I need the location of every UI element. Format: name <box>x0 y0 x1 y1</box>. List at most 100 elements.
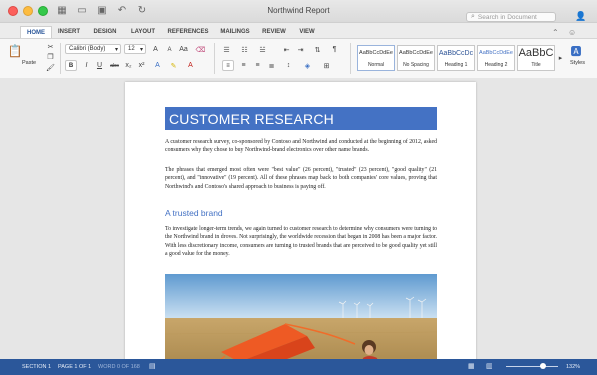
tab-layout[interactable]: LAYOUT <box>127 26 159 38</box>
text-effects-icon[interactable]: A <box>153 61 162 70</box>
font-size-select[interactable]: 12 ▾ <box>124 44 146 54</box>
bullets-icon[interactable]: ☰ <box>222 45 231 54</box>
style-name: No Spacing <box>403 62 429 68</box>
style-name: Title <box>531 62 541 68</box>
font-color-icon[interactable]: A <box>186 61 195 70</box>
web-layout-icon[interactable]: ▥ <box>486 362 493 370</box>
word-count[interactable]: WORD 0 OF 168 <box>98 364 140 370</box>
chevron-down-icon: ▾ <box>139 46 143 53</box>
superscript-icon[interactable]: x² <box>137 61 146 70</box>
style-sample: AaBbCcDdEe <box>479 50 513 56</box>
align-left-button[interactable]: ≡ <box>222 60 234 71</box>
tab-design[interactable]: DESIGN <box>89 26 121 38</box>
sort-icon[interactable]: ⇅ <box>313 45 322 54</box>
justify-icon[interactable]: ≣ <box>267 61 276 70</box>
search-input[interactable]: ⌕ Search in Document <box>466 12 556 22</box>
line-spacing-icon[interactable]: ↕ <box>284 61 293 70</box>
tab-insert[interactable]: INSERT <box>54 26 84 38</box>
smiley-feedback-icon[interactable]: ☺ <box>568 28 576 37</box>
paragraph-1[interactable]: A customer research survey, co-sponsored… <box>165 138 437 155</box>
paragraph-2[interactable]: The phrases that emerged most often were… <box>165 166 437 191</box>
tab-view[interactable]: VIEW <box>295 26 319 38</box>
subscript-icon[interactable]: x₂ <box>124 61 133 70</box>
print-layout-icon[interactable]: ▦ <box>468 362 475 370</box>
ribbon-tabs: HOME INSERT DESIGN LAYOUT REFERENCES MAI… <box>0 26 597 39</box>
font-name-select[interactable]: Calibri (Body) ▾ <box>65 44 121 54</box>
tab-review[interactable]: REVIEW <box>259 26 289 38</box>
strikethrough-icon[interactable]: abc <box>110 61 119 70</box>
underline-icon[interactable]: U <box>95 61 104 70</box>
page-indicator[interactable]: PAGE 1 OF 1 <box>58 364 91 370</box>
shading-icon[interactable]: ◈ <box>303 61 312 70</box>
photo-image <box>165 274 437 359</box>
style-heading-1[interactable]: AaBbCcDc Heading 1 <box>437 45 475 71</box>
copy-icon[interactable]: ❐ <box>46 52 55 61</box>
style-name: Heading 2 <box>484 62 508 68</box>
subheading[interactable]: A trusted brand <box>165 208 223 218</box>
grow-font-icon[interactable]: A <box>151 45 160 54</box>
increase-indent-icon[interactable]: ⇥ <box>296 45 305 54</box>
borders-icon[interactable]: ⊞ <box>322 61 331 70</box>
shrink-font-icon[interactable]: A <box>165 45 174 54</box>
pilcrow-icon[interactable]: ¶ <box>330 45 339 54</box>
minimize-button[interactable] <box>23 6 33 16</box>
document-heading[interactable]: CUSTOMER RESEARCH <box>165 107 437 130</box>
font-size-value: 12 <box>128 46 135 52</box>
style-heading-2[interactable]: AaBbCcDdEe Heading 2 <box>477 45 515 71</box>
style-no-spacing[interactable]: AaBbCcDdEe No Spacing <box>397 45 435 71</box>
style-sample: AaBbCcDdEe <box>359 50 393 56</box>
search-icon: ⌕ <box>471 13 475 20</box>
paragraph-3[interactable]: To investigate longer-term trends, we ag… <box>165 225 437 259</box>
style-name: Heading 1 <box>444 62 468 68</box>
numbering-icon[interactable]: ☷ <box>240 45 249 54</box>
paste-icon[interactable]: 📋 <box>8 44 23 58</box>
section-indicator[interactable]: SECTION 1 <box>22 364 51 370</box>
decrease-indent-icon[interactable]: ⇤ <box>282 45 291 54</box>
search-placeholder: Search in Document <box>477 13 537 21</box>
highlight-icon[interactable]: ✎ <box>169 61 178 70</box>
tab-mailings[interactable]: MAILINGS <box>217 26 253 38</box>
share-icon[interactable]: 👤 <box>575 11 587 23</box>
grid-icon[interactable]: ▦ <box>56 4 68 16</box>
document-canvas[interactable]: CUSTOMER RESEARCH A customer research su… <box>0 78 597 359</box>
italic-icon[interactable]: I <box>82 61 91 70</box>
document-page[interactable]: CUSTOMER RESEARCH A customer research su… <box>125 82 476 359</box>
style-normal[interactable]: AaBbCcDdEe Normal <box>357 45 395 71</box>
undo-icon[interactable]: ↶ <box>116 4 128 16</box>
save-icon[interactable]: ▣ <box>96 4 108 16</box>
style-title[interactable]: AaBbC Title <box>517 45 555 71</box>
align-right-icon[interactable]: ≡ <box>253 61 262 70</box>
align-center-icon[interactable]: ≡ <box>239 61 248 70</box>
zoom-slider-thumb[interactable] <box>540 363 547 369</box>
close-button[interactable] <box>8 6 18 16</box>
styles-pane-icon[interactable]: 🅰 <box>569 44 583 58</box>
chevron-down-icon: ▾ <box>114 46 118 53</box>
divider <box>214 43 215 74</box>
status-bar: SECTION 1 PAGE 1 OF 1 WORD 0 OF 168 ▤ ▦ … <box>0 359 597 375</box>
zoom-slider[interactable] <box>506 363 558 369</box>
format-painter-icon[interactable]: 🖌 <box>46 63 55 72</box>
zoom-button[interactable] <box>38 6 48 16</box>
styles-label: Styles <box>570 60 585 66</box>
style-sample: AaBbCcDdEe <box>399 50 433 56</box>
ribbon: 📋 ✂ ❐ 🖌 Calibri (Body) ▾ 12 ▾ A A Aa ⌫ B… <box>0 38 597 79</box>
cut-icon[interactable]: ✂ <box>46 42 55 51</box>
paste-label: Paste <box>22 60 37 66</box>
bold-button[interactable]: B <box>65 60 77 71</box>
open-folder-icon[interactable]: ▭ <box>76 4 88 16</box>
book-icon[interactable]: ▤ <box>149 362 156 370</box>
gallery-more-icon[interactable]: ▸ <box>556 53 565 62</box>
style-sample: AaBbCcDc <box>438 50 474 57</box>
word-window: ▦ ▭ ▣ ↶ ↻ Northwind Report ⌕ Search in D… <box>0 0 597 375</box>
change-case-icon[interactable]: Aa <box>179 45 188 54</box>
zoom-level[interactable]: 132% <box>566 364 580 370</box>
quick-access-toolbar: ▦ ▭ ▣ ↶ ↻ <box>56 4 148 16</box>
clear-formatting-icon[interactable]: ⌫ <box>196 45 206 54</box>
multilevel-list-icon[interactable]: ☱ <box>258 45 267 54</box>
tab-references[interactable]: REFERENCES <box>165 26 211 38</box>
collapse-ribbon-icon[interactable]: ⌃ <box>552 28 559 37</box>
kite-field-photo[interactable] <box>165 274 437 359</box>
redo-icon[interactable]: ↻ <box>136 4 148 16</box>
font-name-value: Calibri (Body) <box>69 46 106 52</box>
style-name: Normal <box>367 62 385 68</box>
